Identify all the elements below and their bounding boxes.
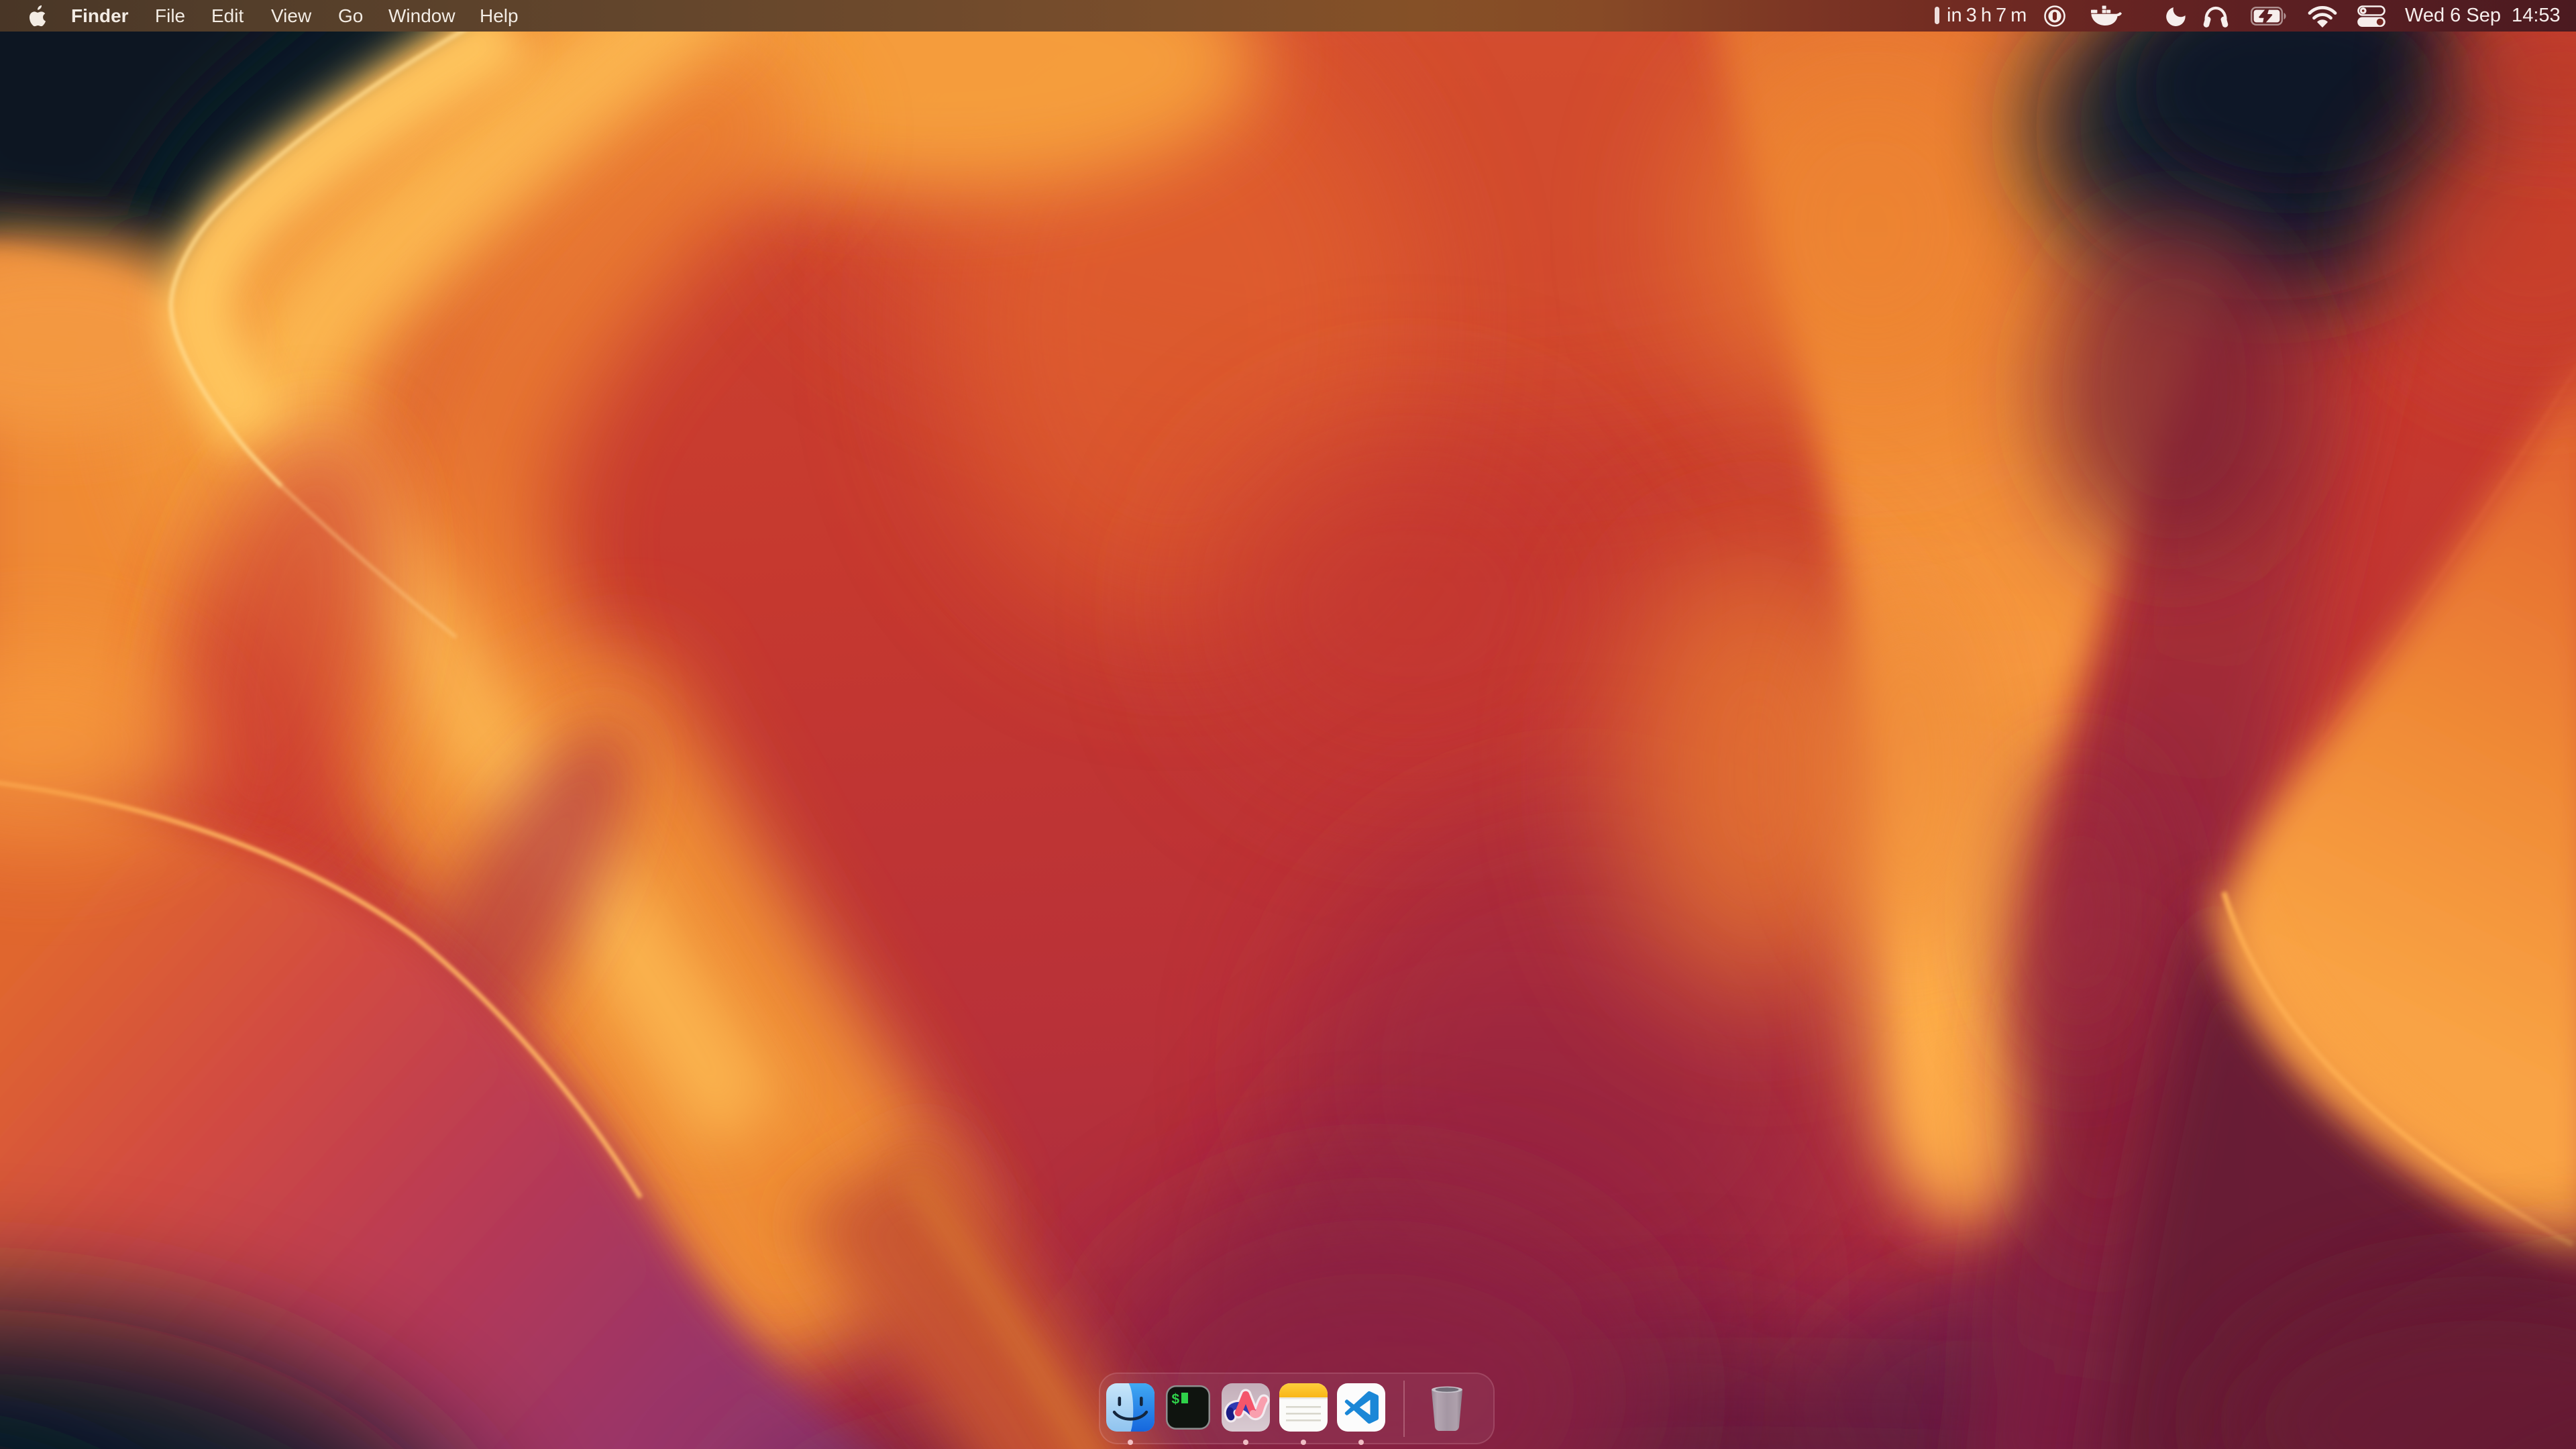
svg-text:$: $ (1171, 1393, 1180, 1408)
